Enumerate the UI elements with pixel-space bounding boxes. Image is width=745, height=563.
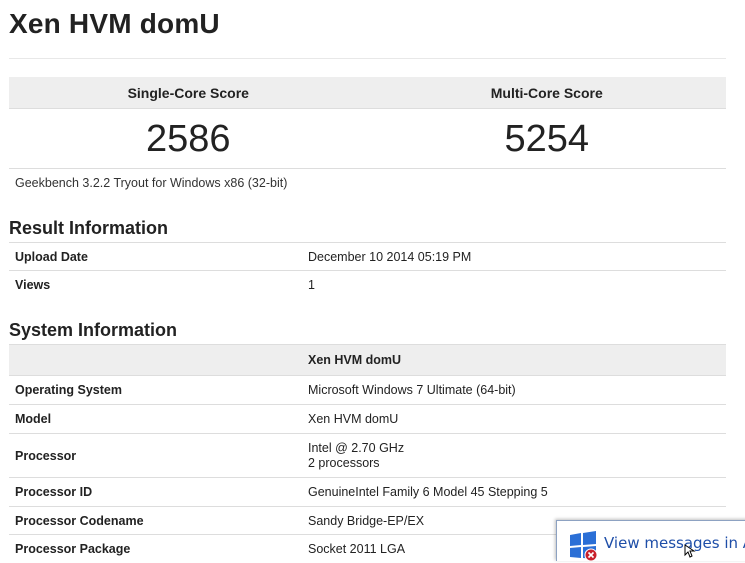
page-title: Xen HVM domU — [9, 8, 220, 39]
row-value: Microsoft Windows 7 Ultimate (64-bit) — [302, 375, 726, 405]
score-table: Single-Core Score Multi-Core Score 2586 … — [9, 77, 726, 169]
table-row: Processor Intel @ 2.70 GHz 2 processors — [9, 433, 726, 478]
row-key: Model — [9, 404, 302, 434]
system-name-header: Xen HVM domU — [302, 344, 726, 376]
score-value-row: 2586 5254 — [9, 109, 726, 169]
header-empty-cell — [9, 344, 302, 376]
table-row: Processor ID GenuineIntel Family 6 Model… — [9, 477, 726, 507]
system-information-heading: System Information — [9, 320, 178, 340]
row-key: Processor Package — [9, 534, 302, 563]
row-value: 1 — [302, 270, 726, 299]
row-value: Xen HVM domU — [302, 404, 726, 434]
multi-core-score-value: 5254 — [504, 118, 590, 160]
table-row: Model Xen HVM domU — [9, 404, 726, 434]
table-header-row: Xen HVM domU — [9, 344, 726, 376]
single-core-score-value: 2586 — [145, 118, 231, 160]
row-value: December 10 2014 05:19 PM — [302, 242, 726, 271]
row-key: Processor Codename — [9, 506, 302, 535]
row-value-line: Intel @ 2.70 GHz — [308, 440, 405, 455]
row-value-line: 2 processors — [308, 455, 380, 470]
notification-text[interactable]: View messages in Ac — [604, 534, 745, 552]
windows-flag-icon — [570, 531, 598, 561]
benchmark-version: Geekbench 3.2.2 Tryout for Windows x86 (… — [15, 176, 288, 190]
result-information-heading: Result Information — [9, 218, 169, 238]
table-row: Views 1 — [9, 270, 726, 299]
row-key: Views — [9, 270, 302, 299]
action-center-notification[interactable]: View messages in Ac — [556, 520, 745, 561]
row-key: Processor ID — [9, 477, 302, 507]
multi-core-score-label: Multi-Core Score — [490, 85, 603, 101]
single-core-score-label: Single-Core Score — [127, 85, 249, 101]
score-header-row: Single-Core Score Multi-Core Score — [9, 77, 726, 109]
row-key: Processor — [9, 433, 302, 478]
row-key: Operating System — [9, 375, 302, 405]
title-divider — [9, 58, 726, 59]
row-value: GenuineIntel Family 6 Model 45 Stepping … — [302, 477, 726, 507]
result-information-table: Upload Date December 10 2014 05:19 PM Vi… — [9, 242, 726, 299]
table-row: Upload Date December 10 2014 05:19 PM — [9, 242, 726, 271]
row-key: Upload Date — [9, 242, 302, 271]
row-value: Intel @ 2.70 GHz 2 processors — [302, 433, 726, 478]
table-row: Operating System Microsoft Windows 7 Ult… — [9, 375, 726, 405]
